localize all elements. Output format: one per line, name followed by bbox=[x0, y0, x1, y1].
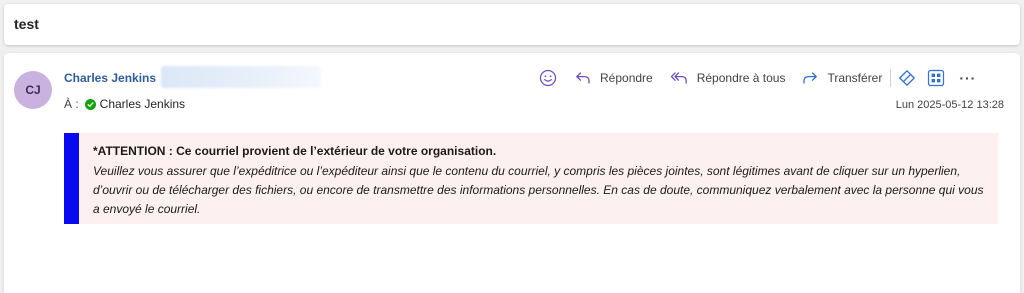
more-actions-button[interactable]: ··· bbox=[959, 67, 976, 89]
available-status-icon bbox=[84, 98, 96, 110]
reply-icon bbox=[576, 72, 590, 84]
toolbar-divider bbox=[890, 69, 892, 87]
tag-button[interactable] bbox=[898, 67, 916, 89]
avatar[interactable]: CJ bbox=[14, 71, 52, 109]
warning-title: *ATTENTION : Ce courriel provient de l’e… bbox=[93, 144, 497, 158]
external-warning-banner: *ATTENTION : Ce courriel provient de l’e… bbox=[64, 133, 998, 224]
email-message: CJ Charles Jenkins À : Charles Jenkins R… bbox=[4, 53, 1020, 293]
warning-accent-bar bbox=[64, 133, 79, 224]
forward-icon bbox=[803, 72, 818, 84]
warning-body: Veuillez vous assurer que l’expéditrice … bbox=[93, 164, 984, 216]
tag-icon bbox=[899, 70, 916, 86]
reply-button[interactable]: Répondre bbox=[575, 67, 653, 89]
reaction-button[interactable] bbox=[539, 67, 557, 89]
recipient-name[interactable]: Charles Jenkins bbox=[100, 97, 185, 111]
reply-all-label: Répondre à tous bbox=[696, 71, 786, 85]
to-label: À : bbox=[64, 97, 79, 111]
sender-email-redacted bbox=[161, 66, 321, 88]
reply-label: Répondre bbox=[600, 71, 653, 85]
apps-icon bbox=[928, 69, 945, 87]
smiley-icon bbox=[539, 69, 557, 87]
sender-name[interactable]: Charles Jenkins bbox=[64, 71, 156, 85]
subject-bar: test bbox=[4, 4, 1020, 45]
reply-all-button[interactable]: Répondre à tous bbox=[670, 67, 786, 89]
reply-all-icon bbox=[670, 72, 687, 84]
email-subject: test bbox=[14, 16, 39, 32]
forward-label: Transférer bbox=[827, 71, 883, 85]
recipients-row: À : Charles Jenkins bbox=[64, 97, 185, 111]
forward-button[interactable]: Transférer bbox=[802, 67, 882, 89]
sent-date: Lun 2025-05-12 13:28 bbox=[895, 99, 1004, 111]
message-actions: Répondre Répondre à tous Transférer ··· bbox=[539, 67, 976, 89]
apps-button[interactable] bbox=[927, 67, 945, 89]
